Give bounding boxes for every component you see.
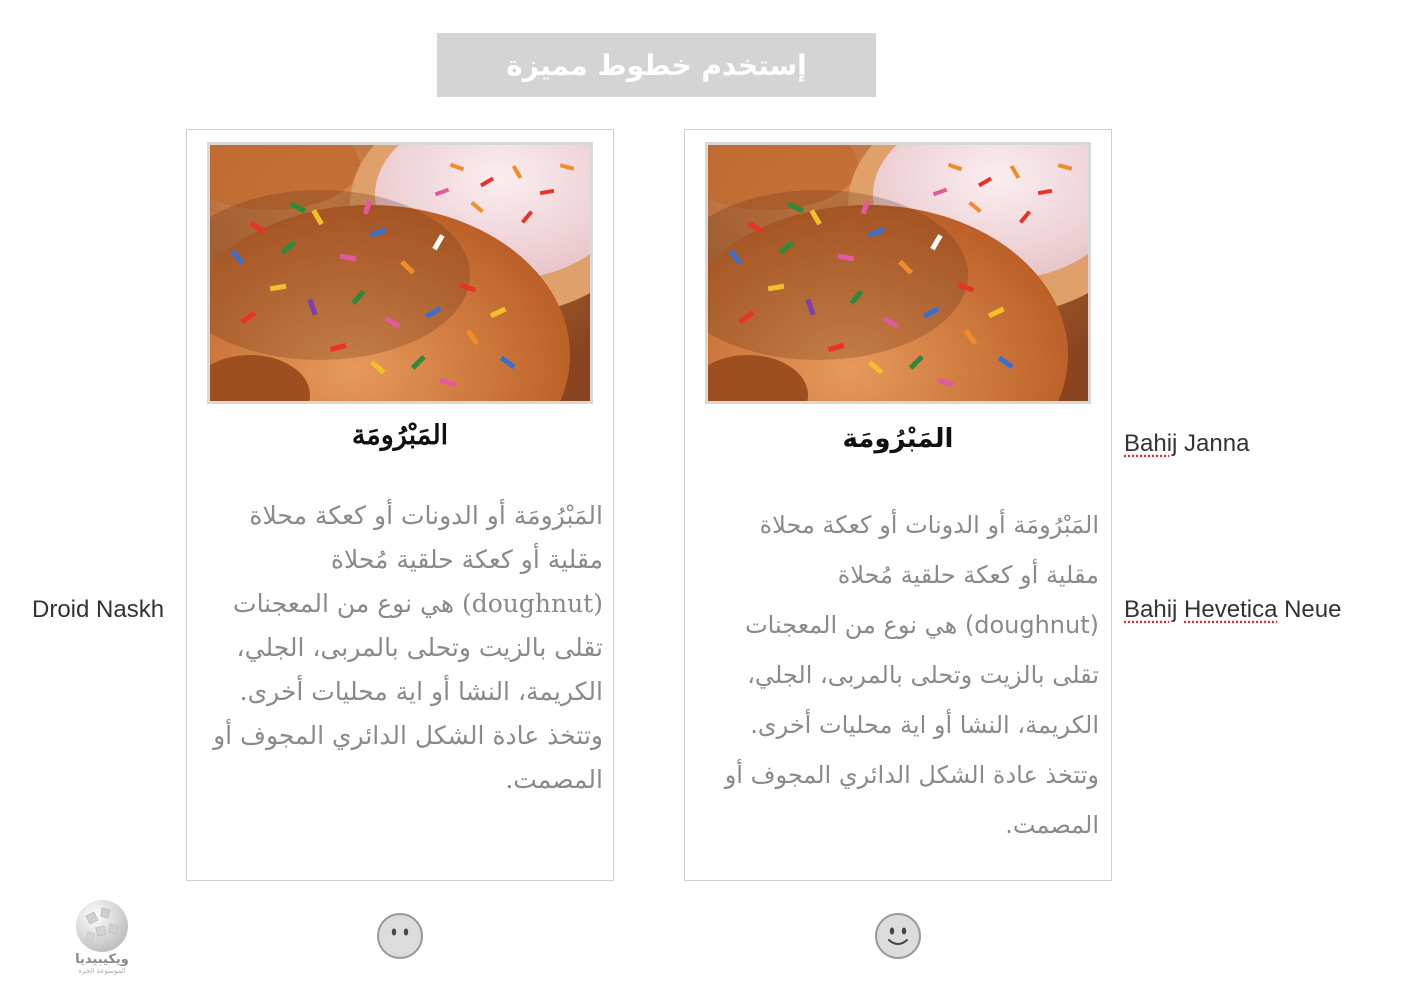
font-sample-card-right[interactable]: المَبْرُومَة المَبْرُومَة أو الدونات أو …	[684, 129, 1112, 881]
banner-label: إستخدم خطوط مميزة	[506, 48, 807, 82]
doughnut-image	[210, 145, 590, 401]
font-sample-card-left[interactable]: المَبْرُومَة المَبْرُومَة أو الدونات أو …	[186, 129, 614, 881]
font-label-right-bottom: Bahij Hevetica Neue	[1124, 596, 1341, 624]
smiling-face-glyph	[888, 927, 908, 945]
font-label-left: Droid Naskh	[32, 596, 165, 623]
smiling-face-icon[interactable]	[875, 913, 921, 959]
font-name-part: Hevetica	[1184, 596, 1278, 623]
font-name-part: Janna	[1184, 430, 1250, 457]
card-body-text: المَبْرُومَة أو الدونات أو كعكة محلاة مق…	[213, 501, 603, 794]
card-title: المَبْرُومَة	[351, 420, 449, 451]
font-name-part: Bahij	[1124, 596, 1178, 623]
wikipedia-globe-icon	[76, 900, 128, 952]
card-body-text: المَبْرُومَة أو الدونات أو كعكة محلاة مق…	[724, 511, 1099, 839]
doughnut-image	[708, 145, 1088, 401]
neutral-face-glyph	[391, 928, 409, 936]
wikipedia-tagline: الموسوعة الحرة	[78, 967, 126, 975]
font-name-part: Bahij	[1124, 430, 1178, 457]
wikipedia-logo: ويكيبيديا الموسوعة الحرة	[70, 898, 134, 978]
font-comparison-page: إستخدم خطوط مميزة المَبْرُومَة المَبْرُو…	[0, 0, 1404, 1000]
use-distinctive-fonts-button[interactable]: إستخدم خطوط مميزة	[437, 33, 876, 97]
font-name-part: Neue	[1284, 596, 1342, 623]
wikipedia-wordmark: ويكيبيديا	[75, 952, 129, 967]
font-label-right-top: Bahij Janna	[1124, 430, 1249, 458]
doughnut-photo	[207, 142, 593, 404]
card-title: المَبْرُومَة	[842, 424, 954, 454]
doughnut-photo	[705, 142, 1091, 404]
neutral-face-icon[interactable]	[377, 913, 423, 959]
